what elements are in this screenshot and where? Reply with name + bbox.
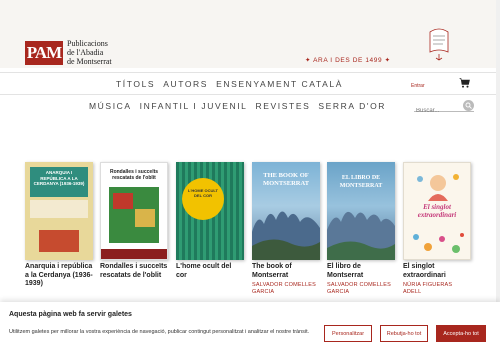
book-carousel: ANARQUIA I REPÚBLICA A LA CERDANYA (1936…: [25, 162, 475, 302]
cover-title: Rondalles i succeïts rescatats de l'obli…: [109, 169, 159, 181]
search-box: [414, 99, 474, 114]
nav-item-ensenyament-catala[interactable]: ENSENYAMENT CATALÀ: [216, 79, 343, 89]
logo-line: Publicacions: [67, 39, 108, 48]
login-link[interactable]: Entrar: [411, 83, 425, 89]
book-title[interactable]: L'home ocult del cor: [176, 263, 244, 280]
main-nav: TÍTOLS AUTORS ENSENYAMENT CATALÀ Entrar: [0, 72, 500, 94]
book-title[interactable]: Anarquia i república a la Cerdanya (1936…: [25, 263, 93, 289]
book-card[interactable]: ANARQUIA I REPÚBLICA A LA CERDANYA (1936…: [25, 162, 93, 291]
book-cover[interactable]: L'HOME OCULT DEL COR: [176, 162, 244, 260]
nav-secondary: MÚSICA INFANTIL I JUVENIL REVISTES SERRA…: [89, 101, 386, 111]
nav-item-autors[interactable]: AUTORS: [163, 79, 208, 89]
nav-item-infantil-juvenil[interactable]: INFANTIL I JUVENIL: [140, 101, 248, 111]
site-logo[interactable]: PAM Publicacions de l'Abadia de Montserr…: [25, 39, 112, 66]
cover-footer: [101, 249, 167, 259]
search-button[interactable]: [463, 100, 474, 111]
book-title[interactable]: El libro de Montserrat: [327, 263, 395, 280]
page-scrollbar[interactable]: [496, 0, 500, 302]
customize-cookies-button[interactable]: Personalitzar: [324, 325, 372, 342]
logo-line: de Montserrat: [67, 57, 112, 66]
nav-item-revistes[interactable]: REVISTES: [256, 101, 311, 111]
nav-item-titols[interactable]: TÍTOLS: [116, 79, 155, 89]
cover-photo-detail: [135, 209, 155, 227]
tagline: ✦ ARA I DES DE 1499 ✦: [305, 57, 391, 64]
book-card[interactable]: THE BOOK OF MONTSERRAT The book of Monts…: [252, 162, 320, 296]
cover-circle: [182, 178, 224, 220]
cookie-banner: Aquesta pàgina web fa servir galetes Uti…: [0, 302, 500, 348]
site-header: PAM Publicacions de l'Abadia de Montserr…: [0, 0, 500, 68]
book-author[interactable]: NÚRIA FIGUERAS ADELL: [403, 282, 471, 296]
search-input[interactable]: [414, 105, 460, 114]
nav-primary: TÍTOLS AUTORS ENSENYAMENT CATALÀ: [116, 79, 343, 89]
cart-icon[interactable]: [459, 78, 470, 88]
child-illustration-icon: [417, 174, 459, 201]
cover-image-block: [39, 230, 79, 252]
search-icon: [465, 102, 472, 109]
book-author[interactable]: SALVADOR COMELLES GARCIA: [252, 282, 320, 296]
nav-item-serra-dor[interactable]: SERRA D'OR: [318, 101, 386, 111]
confetti-illustration-icon: [413, 233, 464, 253]
book-author[interactable]: SALVADOR COMELLES GARCIA: [327, 282, 395, 296]
cover-subtitle-box: [30, 200, 88, 218]
cover-title: El singlot extraordinari: [417, 203, 457, 219]
cover-title: L'HOME OCULT DEL COR: [188, 188, 218, 198]
cover-title: EL LIBRO DE MONTSERRAT: [339, 175, 383, 189]
cover-title: THE BOOK OF MONTSERRAT: [262, 172, 310, 187]
book-title[interactable]: The book of Montserrat: [252, 263, 320, 280]
cover-title: ANARQUIA I REPÚBLICA A LA CERDANYA (1936…: [33, 170, 85, 186]
accept-cookies-button[interactable]: Accepta-ho tot: [436, 325, 486, 342]
book-title[interactable]: El singlot extraordinari: [403, 263, 471, 280]
book-cover[interactable]: Rondalles i succeïts rescatats de l'obli…: [100, 162, 168, 260]
reject-cookies-button[interactable]: Rebutja-ho tot: [380, 325, 428, 342]
nav-item-musica[interactable]: MÚSICA: [89, 101, 132, 111]
cookie-text: Utilitzem galetes per millorar la vostra…: [9, 329, 310, 335]
book-card[interactable]: EL LIBRO DE MONTSERRAT El libro de Monts…: [327, 162, 395, 296]
scroll-illustration-icon: [429, 28, 449, 61]
book-card[interactable]: Rondalles i succeïts rescatats de l'obli…: [100, 162, 168, 282]
mountain-illustration-icon: [252, 211, 320, 260]
secondary-nav: MÚSICA INFANTIL I JUVENIL REVISTES SERRA…: [0, 94, 500, 116]
book-cover[interactable]: EL LIBRO DE MONTSERRAT: [327, 162, 395, 260]
book-cover[interactable]: ANARQUIA I REPÚBLICA A LA CERDANYA (1936…: [25, 162, 93, 260]
book-cover[interactable]: El singlot extraordinari: [403, 162, 471, 260]
logo-line: de l'Abadia: [67, 48, 104, 57]
logo-mark: PAM: [25, 40, 63, 65]
cover-photo-detail: [113, 193, 133, 209]
book-title[interactable]: Rondalles i succeïts rescatats de l'obli…: [100, 263, 168, 280]
logo-text: Publicacions de l'Abadia de Montserrat: [67, 39, 112, 66]
book-cover[interactable]: THE BOOK OF MONTSERRAT: [252, 162, 320, 260]
book-card[interactable]: El singlot extraordinari El singlot extr…: [403, 162, 471, 296]
cookie-title: Aquesta pàgina web fa servir galetes: [9, 311, 132, 318]
book-card[interactable]: L'HOME OCULT DEL COR L'home ocult del co…: [176, 162, 244, 282]
mountain-illustration-icon: [327, 211, 395, 260]
